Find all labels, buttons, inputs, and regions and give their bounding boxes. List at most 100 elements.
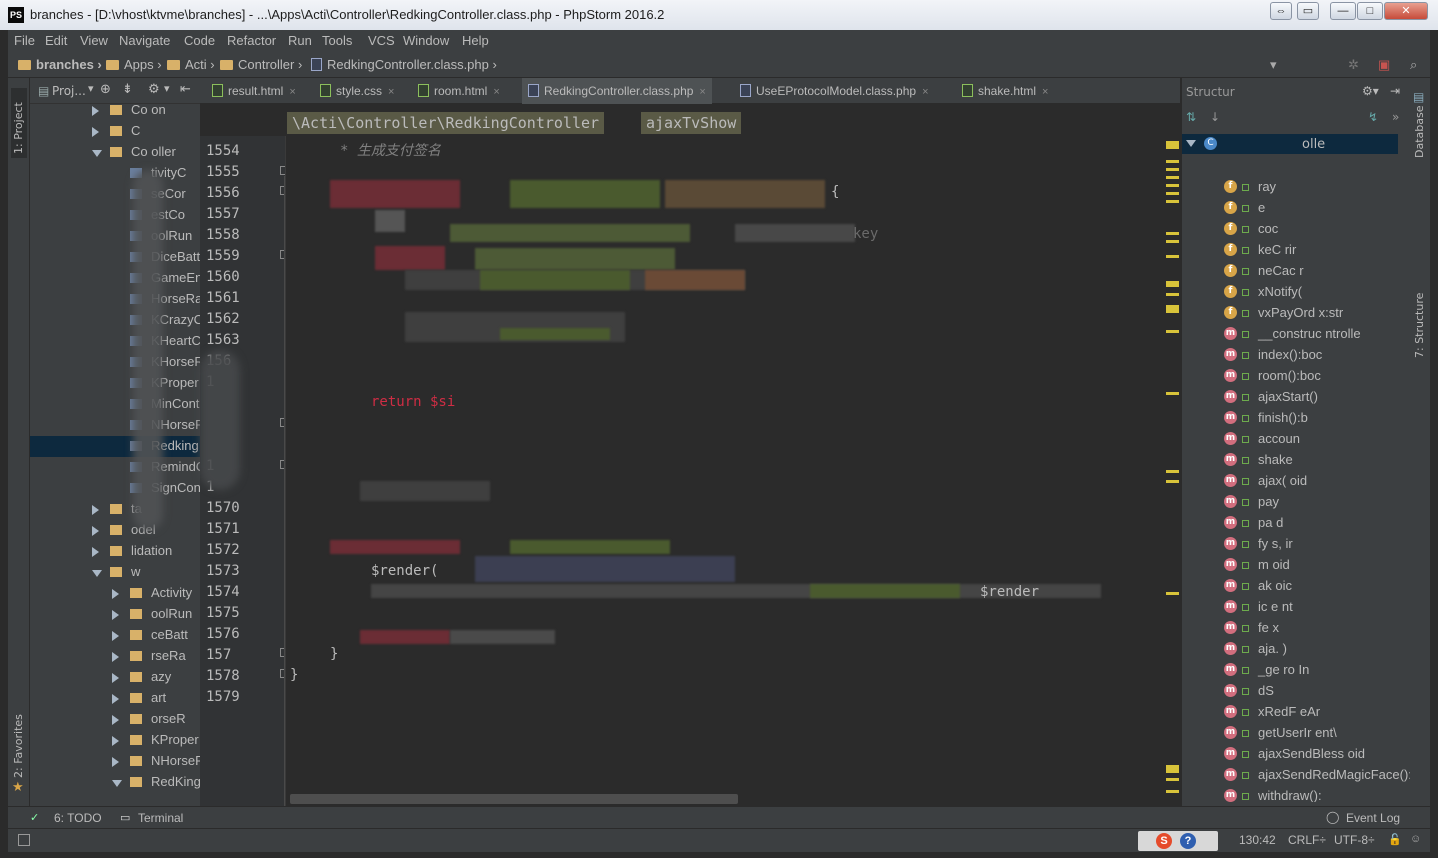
structure-item[interactable]: m __construc ntrolle xyxy=(1182,324,1410,345)
close-tab-icon[interactable]: × xyxy=(388,86,394,98)
tab-redking-controller[interactable]: RedkingController.class.php × xyxy=(522,78,712,104)
project-tree-item[interactable]: ceBatt xyxy=(30,625,200,646)
tab-room-html[interactable]: room.html × xyxy=(412,78,506,104)
close-tab-icon[interactable]: × xyxy=(1042,86,1048,98)
project-tree-item[interactable]: odel xyxy=(30,520,200,541)
error-stripe-marker[interactable] xyxy=(1166,592,1179,595)
project-tree-item[interactable]: NHorseF xyxy=(30,415,200,436)
help-icon[interactable]: ? xyxy=(1180,833,1196,849)
error-stripe-marker[interactable] xyxy=(1166,470,1179,473)
structure-item[interactable]: m fy s, ir xyxy=(1182,534,1410,555)
expand-arrow-right-icon[interactable] xyxy=(112,652,119,662)
caret-position[interactable]: 130:42 xyxy=(1239,833,1276,847)
minimize-button[interactable]: — xyxy=(1330,2,1356,20)
todo-tool-button[interactable]: 6: TODO xyxy=(54,811,102,825)
project-tree-item[interactable]: KProper xyxy=(30,730,200,751)
debug-icon[interactable]: ✲ xyxy=(1348,57,1359,73)
structure-item[interactable]: m pay xyxy=(1182,492,1410,513)
expand-arrow-right-icon[interactable] xyxy=(112,736,119,746)
close-tab-icon[interactable]: × xyxy=(289,86,295,98)
sogou-ime-icon[interactable]: S xyxy=(1156,833,1172,849)
lock-icon[interactable]: 🔓 xyxy=(1388,833,1402,846)
expand-arrow-right-icon[interactable] xyxy=(92,106,99,116)
method-crumb[interactable]: ajaxTvShow xyxy=(641,112,742,134)
error-stripe-marker[interactable] xyxy=(1166,141,1179,149)
project-tree-item[interactable]: Activity xyxy=(30,583,200,604)
error-stripe-marker[interactable] xyxy=(1166,330,1179,333)
structure-item[interactable]: f ray xyxy=(1182,177,1410,198)
project-tree-item[interactable]: DiceBatt xyxy=(30,247,200,268)
tab-shake-html[interactable]: shake.html × xyxy=(956,78,1054,104)
menu-code[interactable]: Code xyxy=(184,33,215,48)
project-tree-item[interactable]: MinCont xyxy=(30,394,200,415)
project-tree-item[interactable]: oolRun xyxy=(30,604,200,625)
dropdown-arrow-icon[interactable]: ▾ xyxy=(88,82,94,95)
structure-item[interactable]: m room():boc xyxy=(1182,366,1410,387)
error-stripe-marker[interactable] xyxy=(1166,168,1179,171)
project-tree-item[interactable]: RemindC xyxy=(30,457,200,478)
project-tree-item[interactable]: estCo xyxy=(30,205,200,226)
hide-panel-icon[interactable]: ⇤ xyxy=(180,82,191,97)
structure-item[interactable]: f xNotify( xyxy=(1182,282,1410,303)
autoscroll-icon[interactable]: ↯ xyxy=(1368,110,1378,124)
project-tool-button[interactable]: 1: Project xyxy=(12,102,25,154)
close-window-button[interactable]: ✕ xyxy=(1384,2,1428,20)
structure-item[interactable]: m fe x xyxy=(1182,618,1410,639)
tab-result-html[interactable]: result.html × xyxy=(206,78,302,104)
expand-arrow-right-icon[interactable] xyxy=(92,127,99,137)
project-tree-item[interactable]: KHorseR xyxy=(30,352,200,373)
sort-alpha-icon[interactable]: ↓ xyxy=(1210,110,1220,124)
tab-useeprotocol-model[interactable]: UseEProtocolModel.class.php × xyxy=(734,78,935,104)
structure-item[interactable]: m withdraw(): xyxy=(1182,786,1410,802)
breadcrumb-acti[interactable]: Acti › xyxy=(167,57,215,72)
project-tree-item[interactable]: orseR xyxy=(30,709,200,730)
structure-item[interactable]: m ajaxStart() xyxy=(1182,387,1410,408)
error-stripe-marker[interactable] xyxy=(1166,232,1179,235)
close-tab-icon[interactable]: × xyxy=(922,86,928,98)
project-tree-item[interactable]: HorseRa xyxy=(30,289,200,310)
project-tree-item[interactable]: SignCon xyxy=(30,478,200,499)
structure-item[interactable]: m dS xyxy=(1182,681,1410,702)
structure-item[interactable]: m ajax( oid xyxy=(1182,471,1410,492)
database-tool-button[interactable]: Database xyxy=(1413,106,1426,159)
project-tree-item[interactable]: GameEn xyxy=(30,268,200,289)
structure-item[interactable]: m _ge ro In xyxy=(1182,660,1410,681)
menu-edit[interactable]: Edit xyxy=(45,33,67,48)
project-tree-item[interactable]: KHeartC xyxy=(30,331,200,352)
favorites-tool-button[interactable]: 2: Favorites xyxy=(12,714,25,778)
project-tree-item[interactable]: Co on xyxy=(30,104,200,121)
expand-arrow-right-icon[interactable] xyxy=(112,715,119,725)
breadcrumb-file[interactable]: RedkingController.class.php › xyxy=(311,57,497,72)
error-stripe-marker[interactable] xyxy=(1166,392,1179,395)
tab-style-css[interactable]: style.css × xyxy=(314,78,400,104)
horizontal-scrollbar[interactable] xyxy=(290,794,738,804)
project-tree-item[interactable]: lidation xyxy=(30,541,200,562)
structure-item[interactable]: m ic e nt xyxy=(1182,597,1410,618)
hide-panel-icon[interactable]: ⇥ xyxy=(1390,84,1400,98)
structure-item[interactable]: m finish():b xyxy=(1182,408,1410,429)
structure-item[interactable]: m m oid xyxy=(1182,555,1410,576)
project-tree-item[interactable]: NHorseF xyxy=(30,751,200,772)
menu-help[interactable]: Help xyxy=(462,33,489,48)
error-stripe-marker[interactable] xyxy=(1166,200,1179,203)
expand-arrow-right-icon[interactable] xyxy=(92,547,99,557)
close-tab-icon[interactable]: × xyxy=(699,86,705,98)
search-everywhere-icon[interactable]: ⌕ xyxy=(1410,57,1417,73)
settings-gear-icon[interactable]: ⚙▾ xyxy=(1362,84,1379,98)
menu-tools[interactable]: Tools xyxy=(322,33,352,48)
structure-item[interactable]: m pa d xyxy=(1182,513,1410,534)
sync-icon[interactable]: ⊕ xyxy=(100,82,111,97)
error-stripe-marker[interactable] xyxy=(1166,240,1179,243)
expand-arrow-right-icon[interactable] xyxy=(112,631,119,641)
expand-arrow-right-icon[interactable] xyxy=(112,673,119,683)
expand-arrow-right-icon[interactable] xyxy=(112,757,119,767)
menu-window[interactable]: Window xyxy=(403,33,449,48)
error-stripe-marker[interactable] xyxy=(1166,184,1179,187)
expand-arrow-down-icon[interactable] xyxy=(92,150,102,157)
error-stripe-marker[interactable] xyxy=(1166,281,1179,287)
window-extra-button[interactable]: ⇔ xyxy=(1270,2,1292,20)
sort-icon[interactable]: ⇅ xyxy=(1186,110,1196,124)
project-tree-item[interactable]: C xyxy=(30,121,200,142)
structure-item[interactable]: m getUserIr ent\ xyxy=(1182,723,1410,744)
project-tree-item[interactable]: art xyxy=(30,688,200,709)
